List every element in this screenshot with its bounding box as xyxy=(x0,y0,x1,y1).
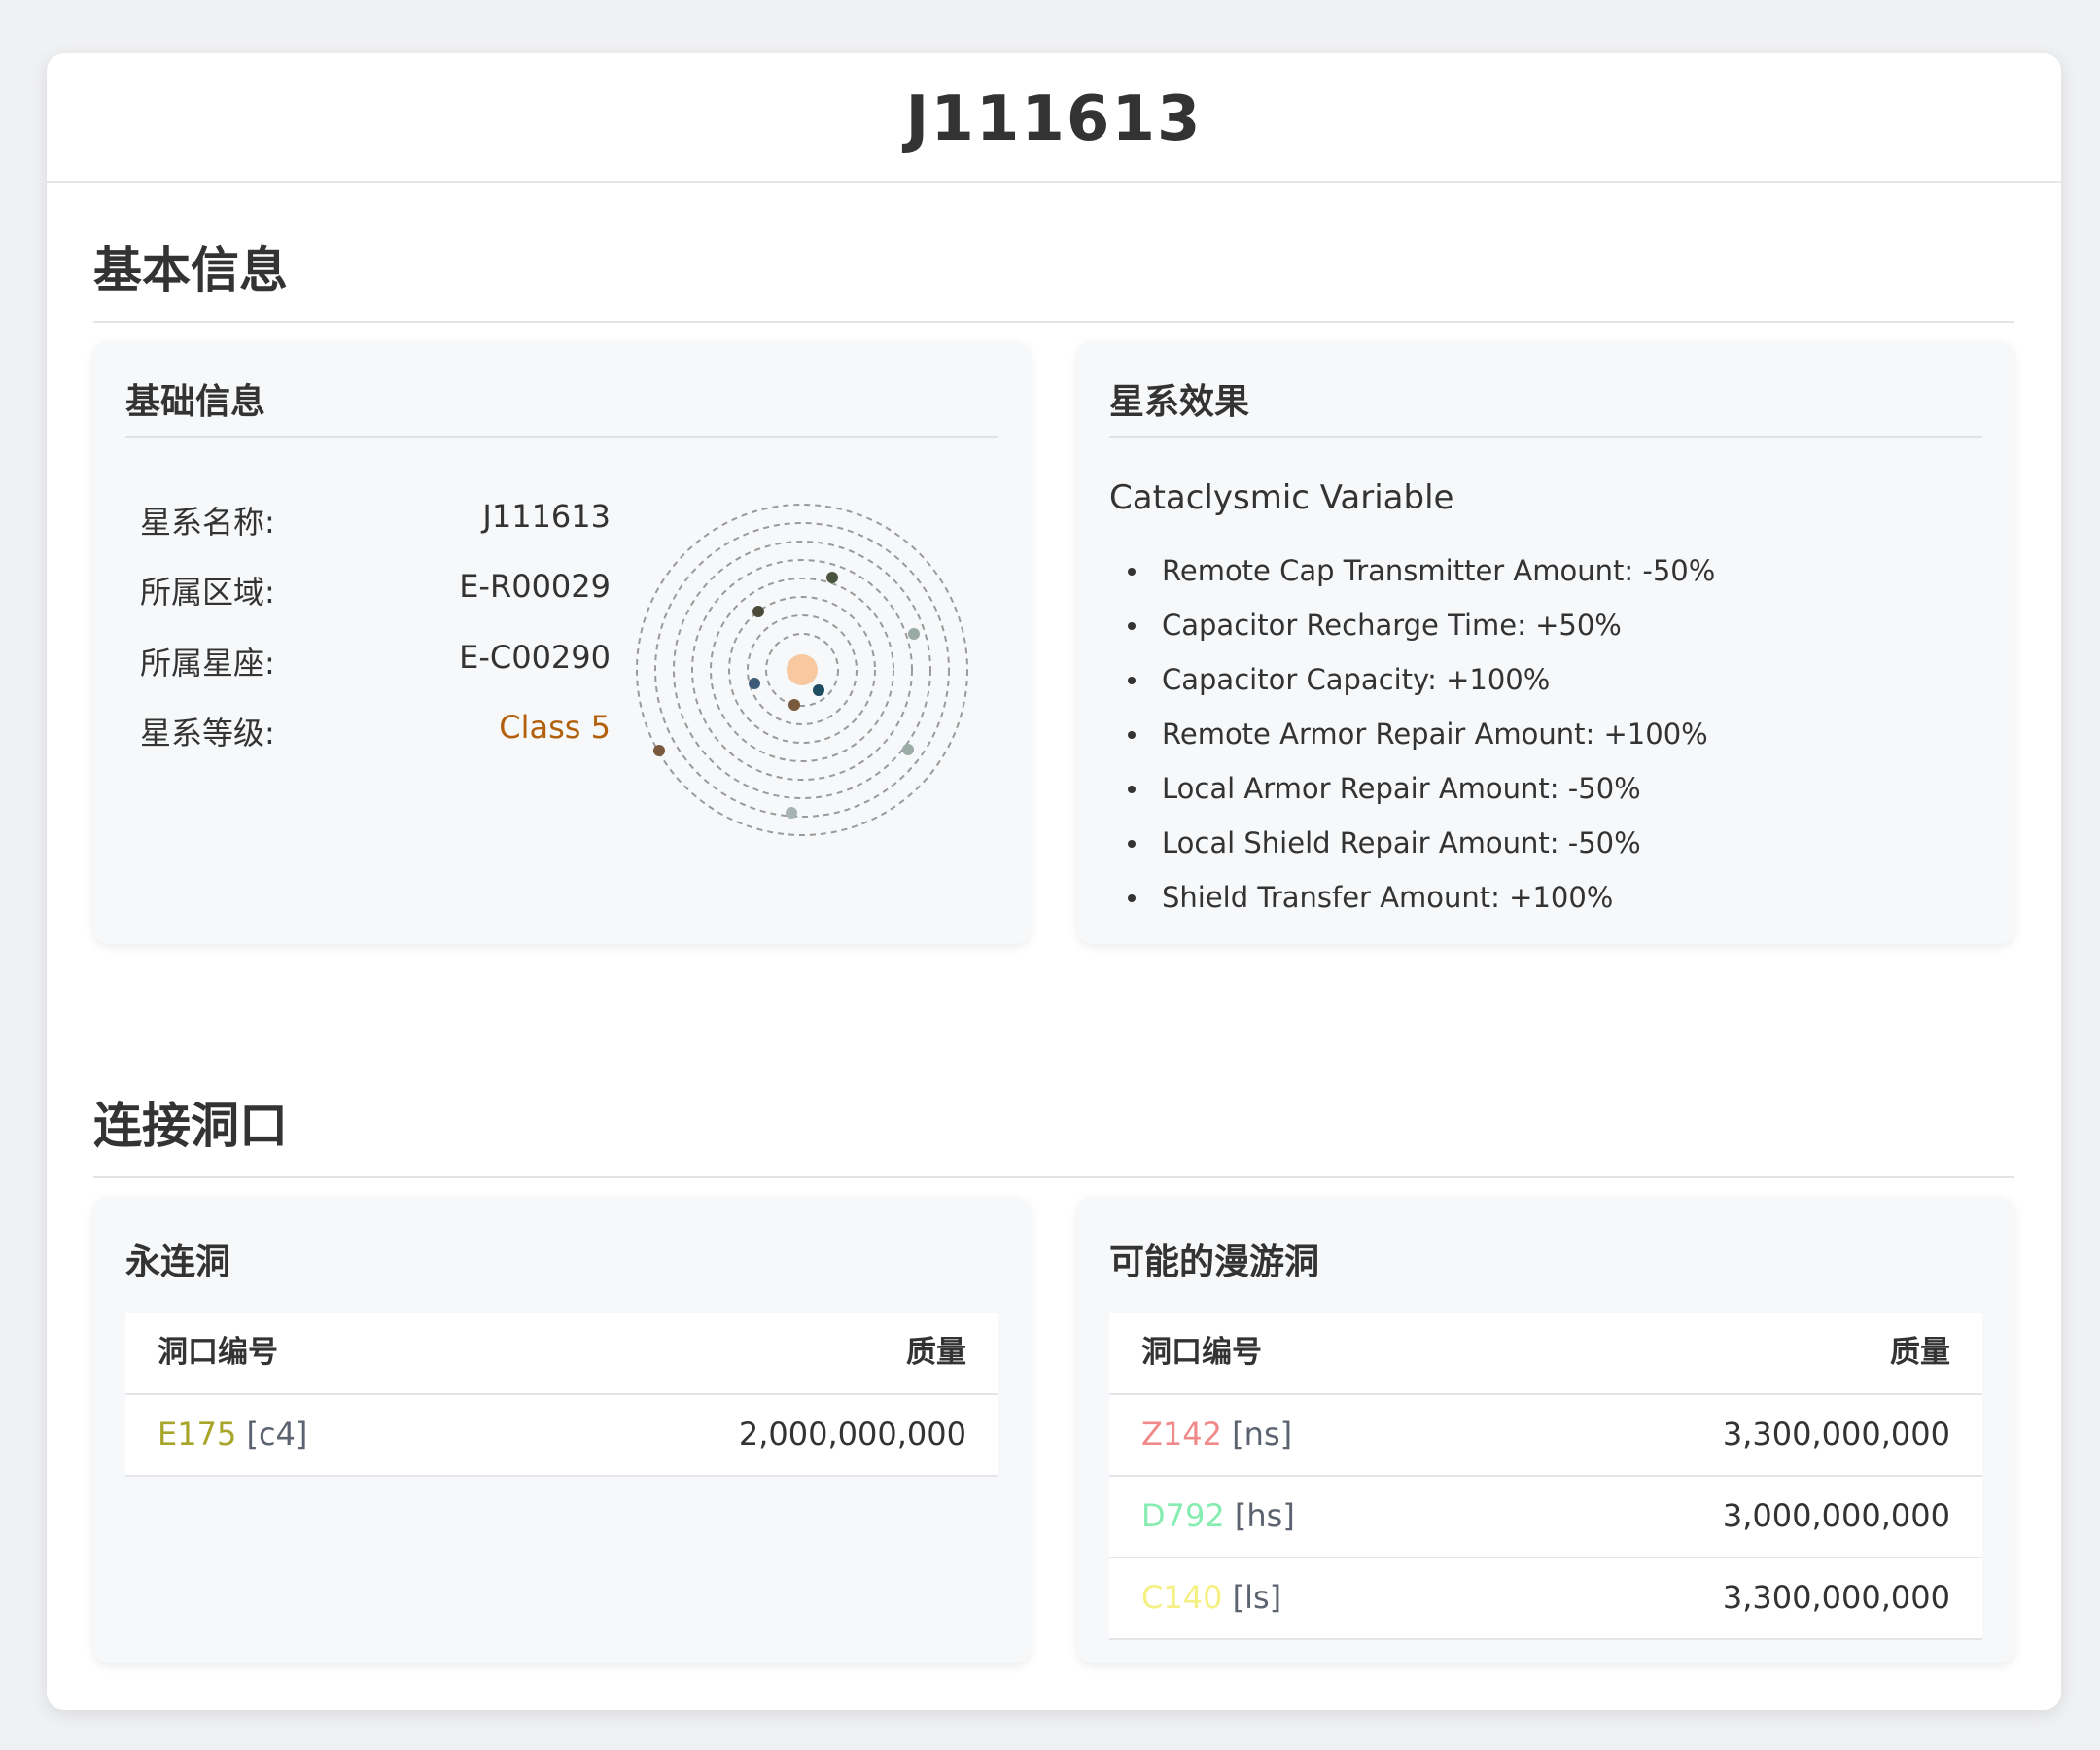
wormhole-section-title: 连接洞口 xyxy=(93,1087,2014,1178)
info-value: J111613 xyxy=(482,498,611,535)
wormhole-id: Z142 [ns] xyxy=(1141,1395,1292,1473)
effect-list: Remote Cap Transmitter Amount: -50% Capa… xyxy=(1109,543,1715,925)
wormhole-id: C140 [ls] xyxy=(1141,1558,1281,1636)
basic-info-panel: 基础信息 星系名称: J111613 所属区域: E-R00029 所属星座: … xyxy=(93,341,1031,944)
table-header: 洞口编号 质量 xyxy=(125,1313,998,1395)
star-icon xyxy=(787,654,818,685)
effect-item: Remote Armor Repair Amount: +100% xyxy=(1109,707,1715,761)
table-row[interactable]: C140 [ls] 3,300,000,000 xyxy=(1109,1558,1982,1640)
wormhole-code[interactable]: C140 xyxy=(1141,1579,1222,1616)
effect-name: Cataclysmic Variable xyxy=(1109,478,1454,517)
system-detail-card: J111613 基本信息 基础信息 星系名称: J111613 所属区域: E-… xyxy=(47,53,2061,1710)
wormhole-id: D792 [hs] xyxy=(1141,1477,1295,1555)
panel-divider xyxy=(1109,436,1982,438)
wormhole-mass: 3,300,000,000 xyxy=(1722,1579,1950,1616)
system-class-value: Class 5 xyxy=(499,709,611,746)
table-row[interactable]: Z142 [ns] 3,300,000,000 xyxy=(1109,1395,1982,1477)
info-label: 所属区域: xyxy=(140,574,275,611)
wormhole-type: [ns] xyxy=(1232,1416,1293,1452)
static-wormhole-table: 洞口编号 质量 E175 [c4] 2,000,000,000 xyxy=(125,1313,998,1477)
effect-item: Local Armor Repair Amount: -50% xyxy=(1109,761,1715,816)
column-header-code: 洞口编号 xyxy=(158,1335,278,1370)
wormhole-type: [ls] xyxy=(1232,1579,1282,1616)
wormhole-mass: 3,300,000,000 xyxy=(1722,1416,1950,1452)
table-row[interactable]: E175 [c4] 2,000,000,000 xyxy=(125,1395,998,1477)
wandering-wormhole-table: 洞口编号 质量 Z142 [ns] 3,300,000,000 D792 [hs… xyxy=(1109,1313,1982,1640)
wormhole-code[interactable]: D792 xyxy=(1141,1497,1225,1534)
effect-item: Capacitor Capacity: +100% xyxy=(1109,652,1715,707)
info-label: 星系名称: xyxy=(140,504,275,541)
info-value: E-R00029 xyxy=(459,568,611,605)
info-value: E-C00290 xyxy=(459,639,611,676)
wormhole-type: [hs] xyxy=(1234,1497,1295,1534)
effect-item: Remote Cap Transmitter Amount: -50% xyxy=(1109,543,1715,598)
wormhole-type: [c4] xyxy=(246,1416,308,1452)
static-wormhole-panel: 永连洞 洞口编号 质量 E175 [c4] 2,000,000,000 xyxy=(93,1197,1031,1663)
basic-info-section-title: 基本信息 xyxy=(93,231,2014,323)
wandering-wormhole-panel-title: 可能的漫游洞 xyxy=(1109,1242,1320,1282)
info-label: 所属星座: xyxy=(140,645,275,682)
wormhole-mass: 3,000,000,000 xyxy=(1722,1497,1950,1534)
solar-system-orbit-icon xyxy=(636,504,968,836)
effect-item: Shield Transfer Amount: +100% xyxy=(1109,870,1715,925)
info-label: 星系等级: xyxy=(140,715,275,752)
effect-item: Local Shield Repair Amount: -50% xyxy=(1109,816,1715,870)
table-row[interactable]: D792 [hs] 3,000,000,000 xyxy=(1109,1477,1982,1558)
page-title: J111613 xyxy=(905,83,1203,156)
panel-divider xyxy=(125,436,998,438)
table-header: 洞口编号 质量 xyxy=(1109,1313,1982,1395)
effect-item: Capacitor Recharge Time: +50% xyxy=(1109,598,1715,652)
wormhole-code[interactable]: Z142 xyxy=(1141,1416,1222,1452)
page-header: J111613 xyxy=(47,53,2061,183)
system-effects-panel-title: 星系效果 xyxy=(1109,382,1250,422)
basic-info-panel-title: 基础信息 xyxy=(125,382,266,422)
wandering-wormhole-panel: 可能的漫游洞 洞口编号 质量 Z142 [ns] 3,300,000,000 D… xyxy=(1077,1197,2014,1663)
wormhole-id: E175 [c4] xyxy=(158,1395,307,1473)
column-header-mass: 质量 xyxy=(906,1335,966,1370)
static-wormhole-panel-title: 永连洞 xyxy=(125,1242,231,1282)
wormhole-mass: 2,000,000,000 xyxy=(738,1416,966,1452)
column-header-code: 洞口编号 xyxy=(1141,1335,1262,1370)
system-effects-panel: 星系效果 Cataclysmic Variable Remote Cap Tra… xyxy=(1077,341,2014,944)
wormhole-code[interactable]: E175 xyxy=(158,1416,236,1452)
column-header-mass: 质量 xyxy=(1890,1335,1950,1370)
